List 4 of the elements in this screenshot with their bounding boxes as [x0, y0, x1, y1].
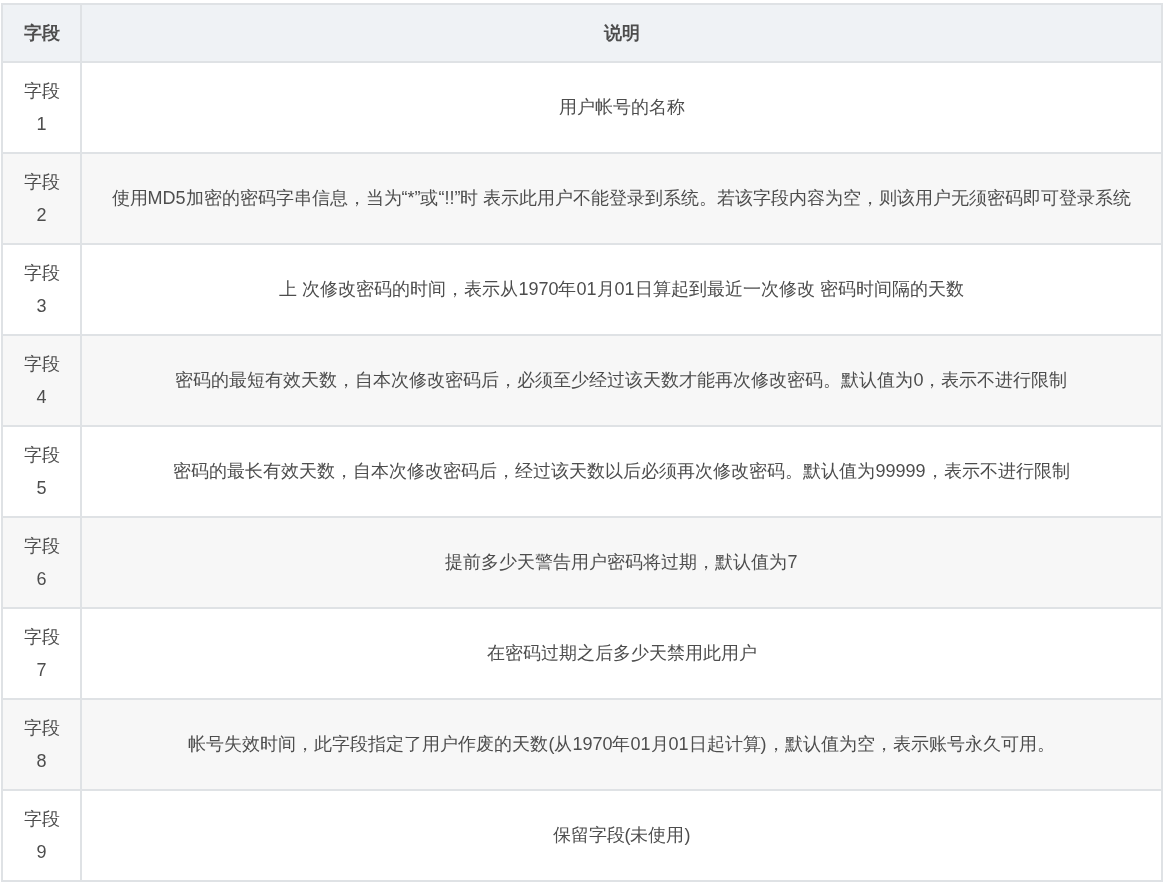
- column-header: 说明: [81, 4, 1162, 62]
- table-cell: 字段9: [2, 790, 81, 881]
- column-header: 字段: [2, 4, 81, 62]
- table-cell: 保留字段(未使用): [81, 790, 1162, 881]
